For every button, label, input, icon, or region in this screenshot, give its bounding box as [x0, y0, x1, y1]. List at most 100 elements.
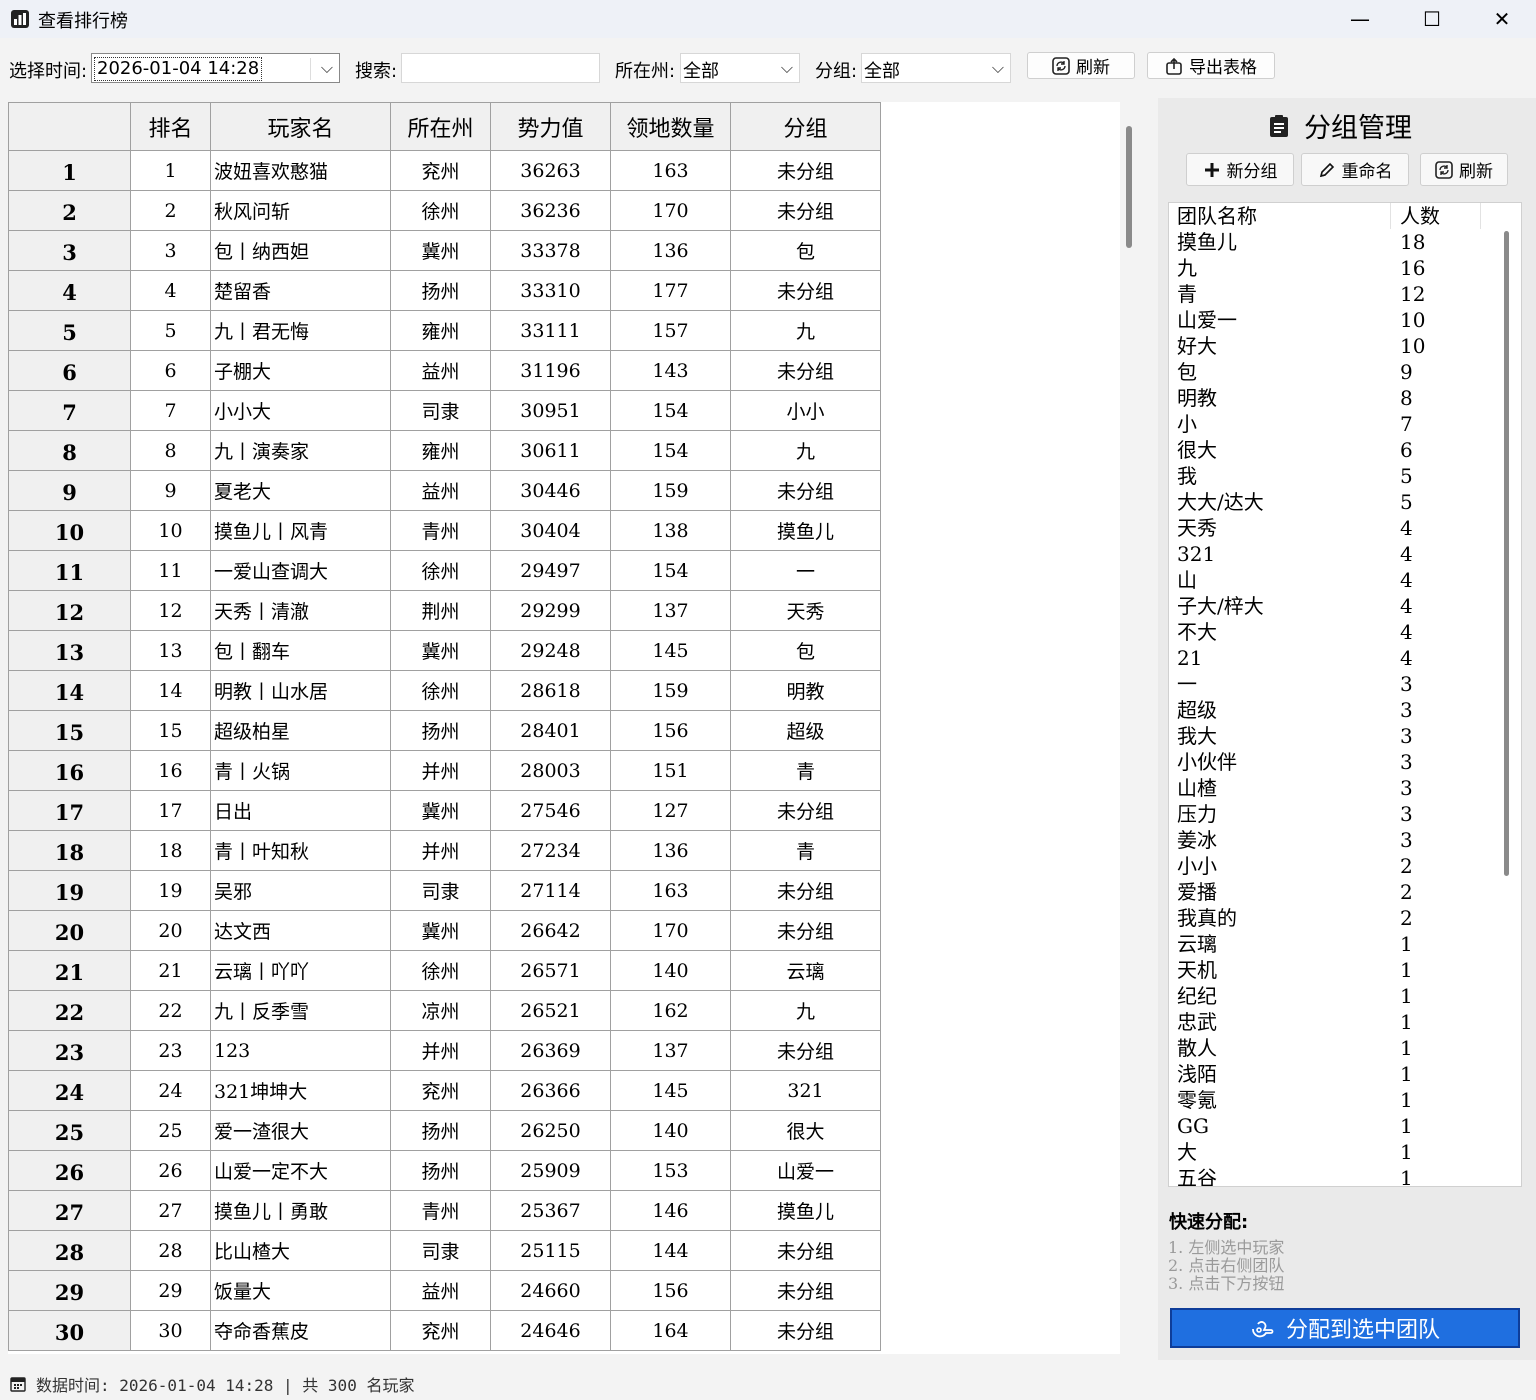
minimize-button[interactable]: — — [1325, 0, 1395, 38]
team-list-item[interactable]: 天秀 4 — [1169, 515, 1521, 541]
rank-cell[interactable]: 29 — [130, 1270, 211, 1311]
land-count-cell[interactable]: 157 — [610, 310, 731, 351]
player-name-cell[interactable]: 超级柏星 — [210, 710, 391, 751]
land-count-cell[interactable]: 137 — [610, 590, 731, 631]
table-row[interactable]: 16 16 青丨火锅 并州 28003 151 青 — [8, 750, 881, 791]
row-header[interactable]: 9 — [8, 470, 131, 511]
rank-cell[interactable]: 30 — [130, 1310, 211, 1351]
state-cell[interactable]: 徐州 — [390, 670, 491, 711]
player-name-cell[interactable]: 321坤坤大 — [210, 1070, 391, 1111]
table-row[interactable]: 14 14 明教丨山水居 徐州 28618 159 明教 — [8, 670, 881, 711]
rank-cell[interactable]: 6 — [130, 350, 211, 391]
team-list-item[interactable]: 天机 1 — [1169, 957, 1521, 983]
land-count-cell[interactable]: 162 — [610, 990, 731, 1031]
table-row[interactable]: 21 21 云璃丨吖吖 徐州 26571 140 云璃 — [8, 950, 881, 991]
table-row[interactable]: 4 4 楚留香 扬州 33310 177 未分组 — [8, 270, 881, 311]
land-count-cell[interactable]: 170 — [610, 910, 731, 951]
state-cell[interactable]: 徐州 — [390, 950, 491, 991]
row-header[interactable]: 28 — [8, 1230, 131, 1271]
power-cell[interactable]: 29497 — [490, 550, 611, 591]
land-count-cell[interactable]: 127 — [610, 790, 731, 831]
power-cell[interactable]: 29299 — [490, 590, 611, 631]
power-cell[interactable]: 26250 — [490, 1110, 611, 1151]
player-name-cell[interactable]: 饭量大 — [210, 1270, 391, 1311]
state-cell[interactable]: 益州 — [390, 470, 491, 511]
state-cell[interactable]: 徐州 — [390, 550, 491, 591]
team-list-item[interactable]: 小7 — [1169, 411, 1521, 437]
group-cell[interactable]: 青 — [730, 830, 881, 871]
team-list-item[interactable]: 我5 — [1169, 463, 1521, 489]
state-cell[interactable]: 兖州 — [390, 150, 491, 191]
table-row[interactable]: 17 17 日出 冀州 27546 127 未分组 — [8, 790, 881, 831]
land-count-cell[interactable]: 164 — [610, 1310, 731, 1351]
table-row[interactable]: 15 15 超级柏星 扬州 28401 156 超级 — [8, 710, 881, 751]
table-row[interactable]: 3 3 包丨纳西妲 冀州 33378 136 包 — [8, 230, 881, 271]
row-header[interactable]: 14 — [8, 670, 131, 711]
row-header[interactable]: 22 — [8, 990, 131, 1031]
land-count-cell[interactable]: 170 — [610, 190, 731, 231]
table-row[interactable]: 6 6 子棚大 益州 31196 143 未分组 — [8, 350, 881, 391]
group-cell[interactable]: 明教 — [730, 670, 881, 711]
team-list-item[interactable]: 小小 2 — [1169, 853, 1521, 879]
maximize-button[interactable]: ☐ — [1397, 0, 1467, 38]
land-count-cell[interactable]: 138 — [610, 510, 731, 551]
power-cell[interactable]: 33378 — [490, 230, 611, 271]
power-cell[interactable]: 31196 — [490, 350, 611, 391]
chevron-down-icon[interactable]: ⌵ — [321, 58, 333, 78]
power-cell[interactable]: 25909 — [490, 1150, 611, 1191]
column-header-state[interactable]: 所在州 — [390, 102, 491, 151]
state-cell[interactable]: 并州 — [390, 750, 491, 791]
column-header-team-name[interactable]: 团队名称 — [1169, 203, 1391, 229]
rank-cell[interactable]: 16 — [130, 750, 211, 791]
table-row[interactable]: 13 13 包丨翻车 冀州 29248 145 包 — [8, 630, 881, 671]
team-list-item[interactable]: 压力 3 — [1169, 801, 1521, 827]
state-cell[interactable]: 兖州 — [390, 1310, 491, 1351]
land-count-cell[interactable]: 140 — [610, 950, 731, 991]
rank-cell[interactable]: 18 — [130, 830, 211, 871]
column-header-rank[interactable]: 排名 — [130, 102, 211, 151]
power-cell[interactable]: 26521 — [490, 990, 611, 1031]
power-cell[interactable]: 26642 — [490, 910, 611, 951]
rank-cell[interactable]: 26 — [130, 1150, 211, 1191]
power-cell[interactable]: 36263 — [490, 150, 611, 191]
land-count-cell[interactable]: 136 — [610, 830, 731, 871]
column-header-player[interactable]: 玩家名 — [210, 102, 391, 151]
table-scrollbar[interactable] — [1126, 126, 1132, 248]
land-count-cell[interactable]: 154 — [610, 550, 731, 591]
rank-cell[interactable]: 5 — [130, 310, 211, 351]
rank-cell[interactable]: 19 — [130, 870, 211, 911]
rank-cell[interactable]: 21 — [130, 950, 211, 991]
state-cell[interactable]: 荆州 — [390, 590, 491, 631]
power-cell[interactable]: 27114 — [490, 870, 611, 911]
table-row[interactable]: 10 10 摸鱼儿丨风青 青州 30404 138 摸鱼儿 — [8, 510, 881, 551]
land-count-cell[interactable]: 163 — [610, 870, 731, 911]
table-row[interactable]: 7 7 小小大 司隶 30951 154 小小 — [8, 390, 881, 431]
rank-cell[interactable]: 20 — [130, 910, 211, 951]
side-refresh-button[interactable]: 刷新 — [1420, 153, 1508, 186]
land-count-cell[interactable]: 156 — [610, 710, 731, 751]
team-list-item[interactable]: 包9 — [1169, 359, 1521, 385]
table-row[interactable]: 5 5 九丨君无悔 雍州 33111 157 九 — [8, 310, 881, 351]
table-row[interactable]: 25 25 爱一渣很大 扬州 26250 140 很大 — [8, 1110, 881, 1151]
team-list-item[interactable]: 很大 6 — [1169, 437, 1521, 463]
state-cell[interactable]: 并州 — [390, 830, 491, 871]
rank-cell[interactable]: 17 — [130, 790, 211, 831]
land-count-cell[interactable]: 144 — [610, 1230, 731, 1271]
rank-cell[interactable]: 10 — [130, 510, 211, 551]
power-cell[interactable]: 26369 — [490, 1030, 611, 1071]
state-cell[interactable]: 徐州 — [390, 190, 491, 231]
group-cell[interactable]: 包 — [730, 230, 881, 271]
land-count-cell[interactable]: 159 — [610, 470, 731, 511]
state-cell[interactable]: 冀州 — [390, 790, 491, 831]
power-cell[interactable]: 33310 — [490, 270, 611, 311]
team-list-item[interactable]: 散人 1 — [1169, 1035, 1521, 1061]
table-row[interactable]: 20 20 达文西 冀州 26642 170 未分组 — [8, 910, 881, 951]
land-count-cell[interactable]: 154 — [610, 430, 731, 471]
player-name-cell[interactable]: 天秀丨清澈 — [210, 590, 391, 631]
team-list-item[interactable]: 明教 8 — [1169, 385, 1521, 411]
player-name-cell[interactable]: 包丨纳西妲 — [210, 230, 391, 271]
player-name-cell[interactable]: 摸鱼儿丨勇敢 — [210, 1190, 391, 1231]
team-list-item[interactable]: 我真的 2 — [1169, 905, 1521, 931]
group-cell[interactable]: 天秀 — [730, 590, 881, 631]
power-cell[interactable]: 27546 — [490, 790, 611, 831]
